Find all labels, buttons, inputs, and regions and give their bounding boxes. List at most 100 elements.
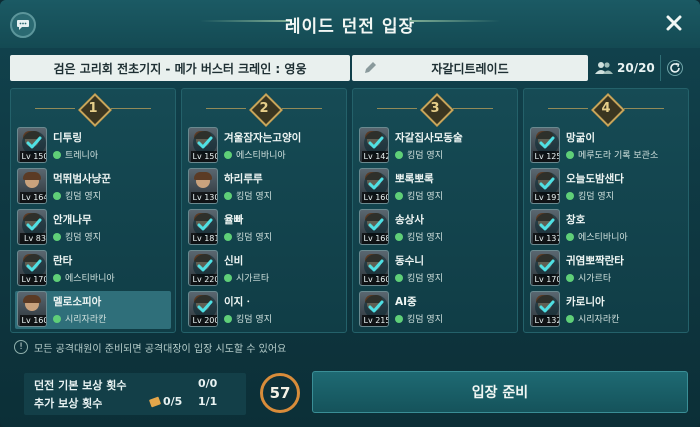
party-header: 3 [353, 93, 517, 123]
member-name: 오늘도밤샌다 [566, 173, 624, 185]
party-member[interactable]: Lv 83 안개나무 킹덤 영지 [15, 209, 171, 247]
member-server: 킹덤 영지 [53, 230, 101, 243]
member-level: Lv 170 [20, 274, 46, 285]
online-status-icon [395, 314, 403, 323]
character-portrait: Lv 125 [530, 127, 560, 163]
server-name: 킹덤 영지 [236, 192, 272, 202]
character-portrait: Lv 130 [188, 168, 218, 204]
refresh-button[interactable] [660, 55, 688, 81]
reward-counts-panel: 던전 기본 보상 횟수 0/0 추가 보상 횟수 0/5 1/1 [24, 373, 246, 415]
ticket-count[interactable]: 0/5 [148, 395, 183, 408]
character-portrait: Lv 220 [188, 250, 218, 286]
portrait-hair [23, 295, 41, 303]
ticket-icon [148, 396, 162, 407]
member-name: 동수니 [395, 255, 424, 267]
member-name: 창호 [566, 214, 586, 226]
party-header: 1 [11, 93, 175, 123]
member-name: 망굶이 [566, 132, 595, 144]
party-member[interactable]: Lv 220 신비 시가르타 [186, 250, 342, 288]
online-status-icon [53, 191, 61, 200]
title-bar: 레이드 던전 입장 [0, 0, 700, 48]
member-name: 란타 [53, 255, 73, 267]
member-level: Lv 130 [191, 192, 217, 203]
character-portrait: Lv 132 [530, 291, 560, 327]
ready-button[interactable]: 입장 준비 [312, 371, 688, 413]
member-level: Lv 200 [191, 315, 217, 326]
party-member[interactable]: Lv 132 카로니아 시리자라칸 [528, 291, 684, 329]
member-server: 킹덤 영지 [395, 271, 443, 284]
party-name-field[interactable]: 자갈디트레이드 [352, 55, 588, 81]
server-name: 시가르타 [578, 274, 612, 284]
party-member[interactable]: Lv 160 동수니 킹덤 영지 [357, 250, 513, 288]
member-server: 킹덤 영지 [395, 189, 443, 202]
party-member[interactable]: Lv 137 창호 에스티바니아 [528, 209, 684, 247]
party-member[interactable]: Lv 170 란타에스티바니아 [15, 250, 171, 288]
online-status-icon [53, 273, 61, 282]
member-level: Lv 168 [362, 233, 388, 244]
header-ornament [548, 108, 588, 109]
party-number: 1 [88, 100, 98, 116]
character-portrait: Lv 200 [188, 291, 218, 327]
member-count-value: 20/20 [617, 61, 655, 75]
online-status-icon [566, 314, 574, 323]
server-name: 메루도라 기록 보관소 [578, 151, 659, 161]
extra-reward-label: 추가 보상 횟수 [34, 397, 103, 410]
party-member[interactable]: Lv 168 송상사킹덤 영지 [357, 209, 513, 247]
online-status-icon [395, 273, 403, 282]
member-server: 킹덤 영지 [395, 312, 443, 325]
server-name: 킹덤 영지 [407, 315, 443, 325]
party-member[interactable]: Lv 130 하리루루 킹덤 영지 [186, 168, 342, 206]
member-name: 송상사 [395, 214, 424, 226]
ticket-value: 0/5 [163, 395, 183, 408]
party-member[interactable]: Lv 160 멜로소피아 시리자라칸 [15, 291, 171, 329]
member-count: 20/20 [595, 55, 655, 81]
countdown-timer: 57 [260, 373, 300, 413]
member-level: Lv 150 [20, 151, 46, 162]
party-member[interactable]: Lv 150 디투링 트레니아 [15, 127, 171, 165]
member-name: 뽀록뽀록 [395, 173, 434, 185]
party-columns: 1 Lv 150 디투링 트레니아 Lv 164 먹뛰범사냥꾼 킹덤 영지 Lv 83 안개나… [10, 88, 690, 333]
character-portrait: Lv 170 [17, 250, 47, 286]
party-member[interactable]: Lv 191 오늘도밤샌다 킹덤 영지 [528, 168, 684, 206]
member-server: 킹덤 영지 [395, 230, 443, 243]
members-icon [595, 62, 613, 74]
member-server: 시가르타 [224, 271, 269, 284]
member-name: 디투링 [53, 132, 82, 144]
party-member[interactable]: Lv 215 AI중 킹덤 영지 [357, 291, 513, 329]
server-name: 킹덤 영지 [407, 151, 443, 161]
party-number-badge: 4 [594, 95, 618, 121]
online-status-icon [224, 191, 232, 200]
party-header: 4 [524, 93, 688, 123]
title-ornament-right [410, 20, 500, 22]
character-portrait: Lv 164 [17, 168, 47, 204]
online-status-icon [395, 232, 403, 241]
party-member[interactable]: Lv 200 이지ㆍ 킹덤 영지 [186, 291, 342, 329]
member-name: AI중 [395, 296, 417, 308]
entry-notice: ! 모든 공격대원이 준비되면 공격대장이 입장 시도할 수 있어요 [14, 339, 286, 355]
pencil-icon[interactable] [362, 60, 378, 76]
party-member[interactable]: Lv 160 뽀록뽀록 킹덤 영지 [357, 168, 513, 206]
party-number-badge: 2 [252, 95, 276, 121]
member-level: Lv 150 [191, 151, 217, 162]
close-icon [666, 15, 682, 31]
party-member[interactable]: Lv 125 망굶이메루도라 기록 보관소 [528, 127, 684, 165]
online-status-icon [53, 314, 61, 323]
base-reward-label: 던전 기본 보상 횟수 [34, 379, 127, 392]
header-ornament [282, 108, 322, 109]
party-member[interactable]: Lv 181 율빠 킹덤 영지 [186, 209, 342, 247]
party-header: 2 [182, 93, 346, 123]
party-member[interactable]: Lv 150 겨울잠자는고양이 에스티바니아 [186, 127, 342, 165]
member-server: 메루도라 기록 보관소 [566, 148, 658, 161]
character-portrait: Lv 181 [188, 209, 218, 245]
party-member[interactable]: Lv 142 자갈집사모동술 킹덤 영지 [357, 127, 513, 165]
party-member[interactable]: Lv 170 귀염뽀짝란타 시가르타 [528, 250, 684, 288]
member-level: Lv 160 [20, 315, 46, 326]
party-number: 3 [430, 100, 440, 116]
party-member[interactable]: Lv 164 먹뛰범사냥꾼 킹덤 영지 [15, 168, 171, 206]
close-button[interactable] [662, 10, 686, 36]
server-name: 킹덤 영지 [407, 233, 443, 243]
member-server: 킹덤 영지 [395, 148, 443, 161]
member-level: Lv 125 [533, 151, 559, 162]
member-level: Lv 191 [533, 192, 559, 203]
member-server: 에스티바니아 [53, 271, 115, 284]
